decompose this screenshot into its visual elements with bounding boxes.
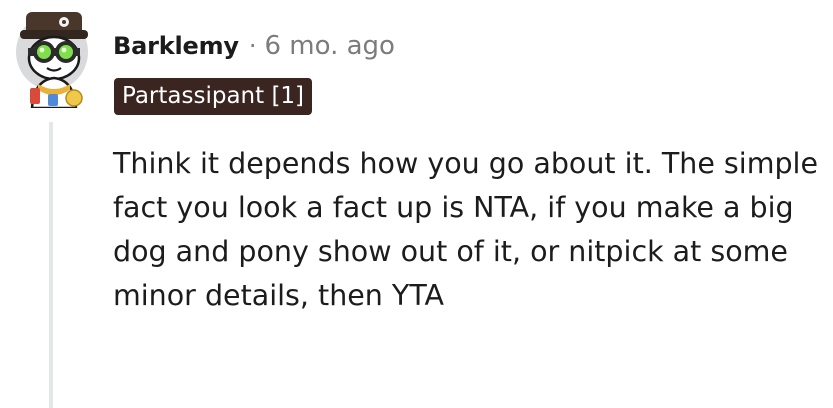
username-link[interactable]: Barklemy — [113, 32, 239, 60]
meta-separator: · — [248, 32, 257, 60]
user-avatar[interactable] — [12, 8, 96, 110]
comment-body: Think it depends how you go about it. Th… — [113, 147, 818, 312]
thread-line[interactable] — [49, 122, 53, 408]
user-flair-badge: Partassipant [1] — [114, 78, 313, 115]
snoo-avatar-icon — [16, 12, 88, 110]
comment-header: Barklemy · 6 mo. ago — [113, 26, 395, 66]
comment: Barklemy · 6 mo. ago Partassipant [1] Th… — [0, 0, 833, 408]
comment-timestamp[interactable]: 6 mo. ago — [264, 31, 394, 61]
